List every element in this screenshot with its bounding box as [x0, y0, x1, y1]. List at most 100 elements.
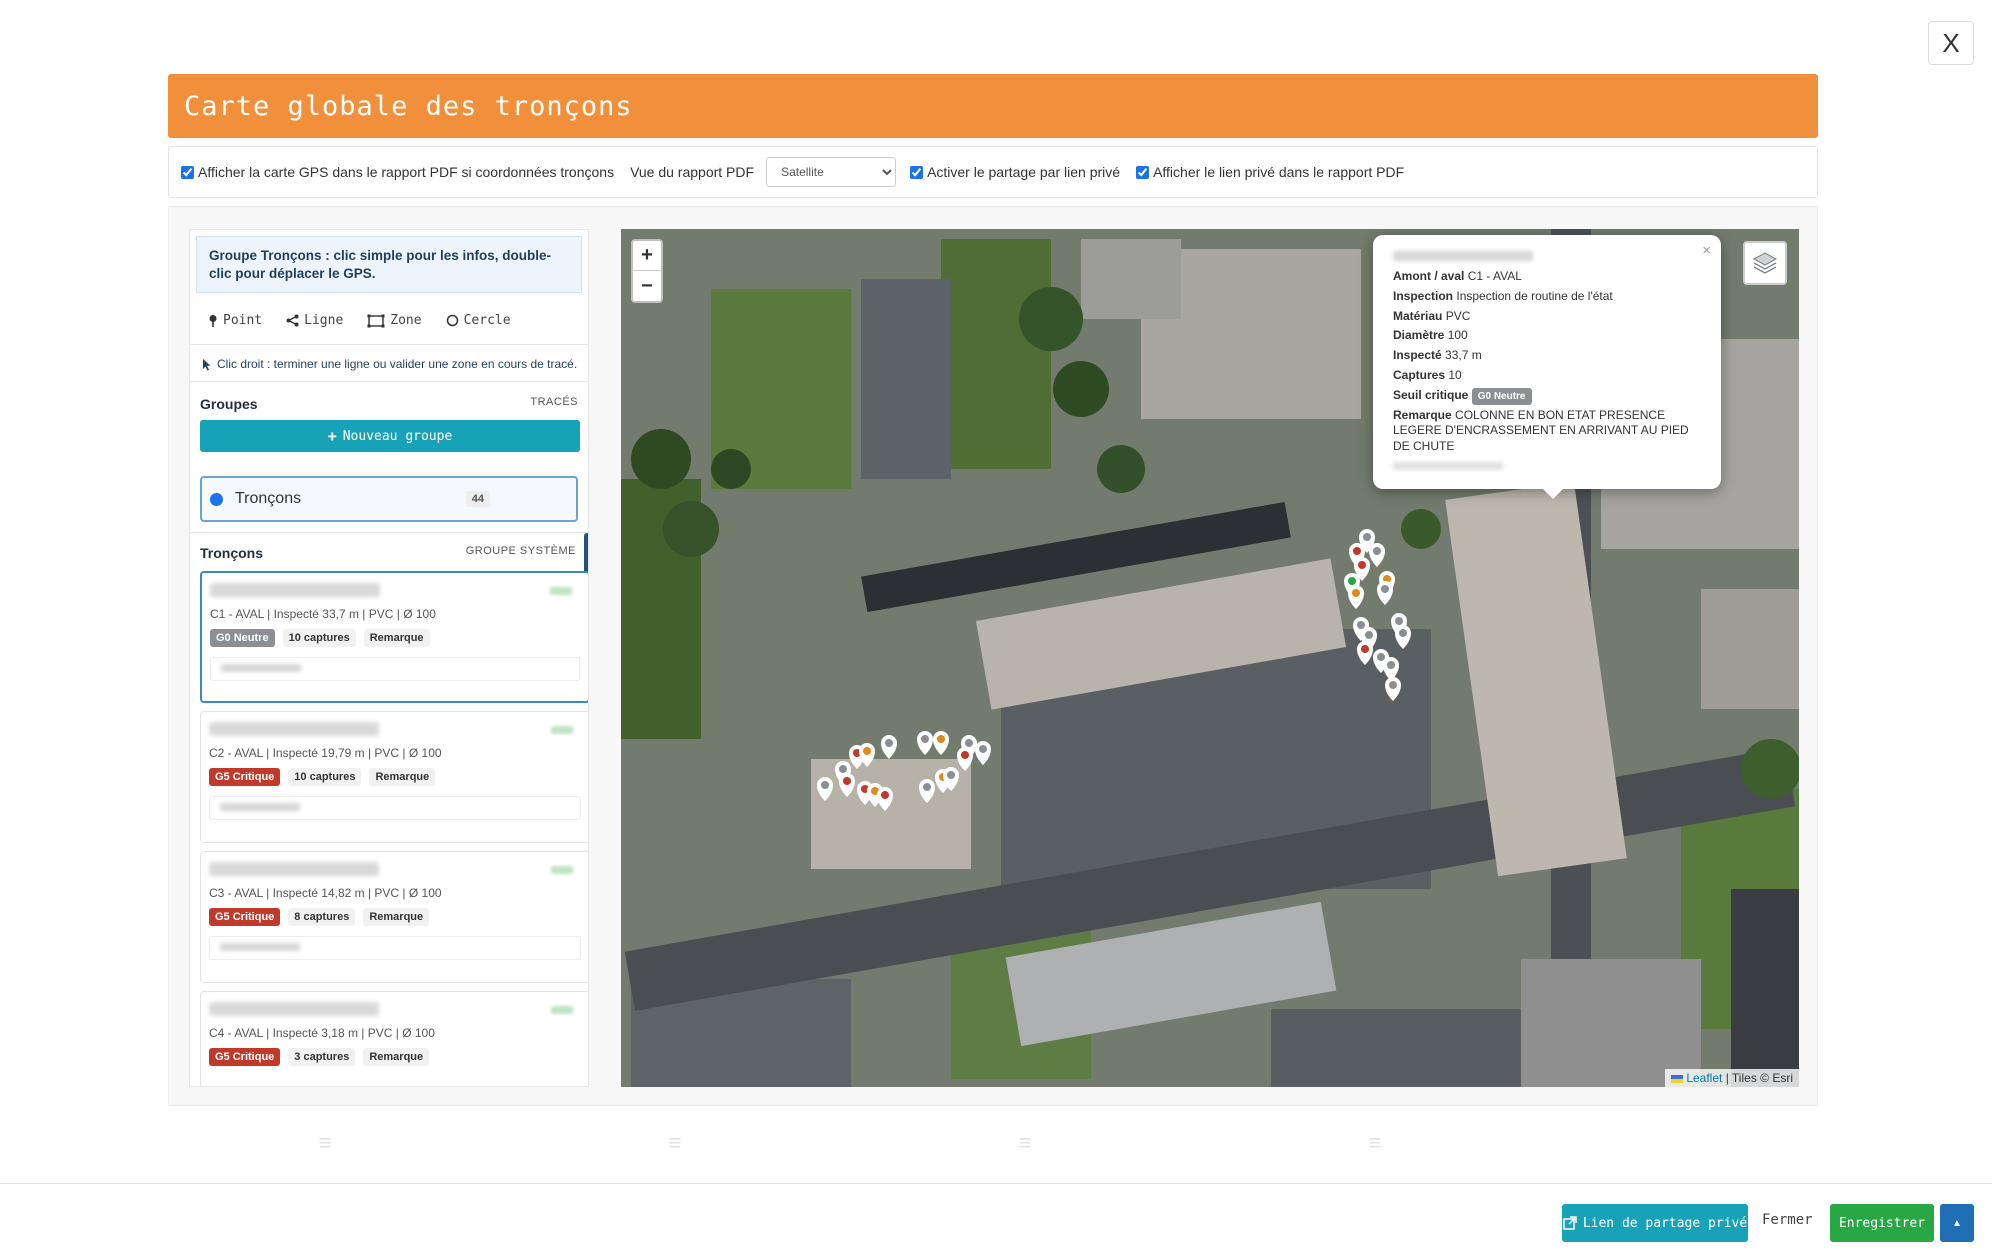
threshold-badge: G0 Neutre: [1471, 387, 1532, 405]
modal-header: Carte globale des tronçons: [168, 74, 1818, 138]
map-marker-neutral[interactable]: [1385, 677, 1401, 701]
item-title-redacted: [209, 1002, 379, 1016]
background-column: ≡: [1018, 1130, 1032, 1155]
status-badge: G0 Neutre: [210, 629, 275, 647]
popup-row-inspected: Inspecté 33,7 m: [1393, 348, 1482, 363]
zoom-in-button[interactable]: +: [633, 241, 661, 271]
popup-row-inspection: Inspection Inspection de routine de l'ét…: [1393, 288, 1613, 303]
map-marker-neutral[interactable]: [917, 731, 933, 755]
map-marker-neutral[interactable]: [817, 777, 833, 801]
background-column: ≡: [668, 1130, 682, 1155]
list-item[interactable]: C2 - AVAL | Inspecté 19,79 m | PVC | Ø 1…: [200, 711, 588, 843]
list-subtitle: GROUPE SYSTÈME: [465, 545, 576, 557]
popup-row-diameter: Diamètre 100: [1393, 328, 1468, 343]
list-title: Tronçons: [200, 545, 264, 561]
tool-line[interactable]: Ligne: [286, 313, 343, 328]
layers-icon: [1752, 252, 1778, 274]
tool-line-label: Ligne: [304, 313, 344, 329]
satellite-map[interactable]: + − × Amont / aval C1 - AVAL Inspection …: [621, 229, 1799, 1087]
map-marker-critical[interactable]: [1357, 641, 1373, 665]
caret-up-icon: ▲: [1952, 1217, 1962, 1229]
groups-subtitle: TRACÉS: [530, 396, 578, 409]
circle-icon: [446, 314, 458, 327]
pdf-view-select[interactable]: Satellite: [766, 157, 897, 187]
map-marker-warning[interactable]: [1348, 585, 1364, 609]
new-group-button[interactable]: + Nouveau groupe: [200, 420, 580, 453]
save-options-dropdown[interactable]: ▲: [1940, 1204, 1974, 1242]
draw-tools: Point Ligne Zone Cercle: [190, 293, 588, 328]
page-title: Carte globale des tronçons: [184, 90, 633, 122]
close-button[interactable]: Fermer: [1762, 1212, 1813, 1228]
groups-header: Groupes TRACÉS: [190, 382, 588, 412]
list-item[interactable]: C4 - AVAL | Inspecté 3,18 m | PVC | Ø 10…: [200, 991, 588, 1086]
tiles-credit: | Tiles © Esri: [1725, 1071, 1793, 1085]
background-column: ≡: [1368, 1130, 1382, 1155]
sidebar-intro: Groupe Tronçons : clic simple pour les i…: [196, 236, 582, 294]
popup-footer-redacted: [1393, 462, 1503, 471]
popup-row-remark: Remarque COLONNE EN BON ETAT PRESENCE LE…: [1393, 407, 1689, 453]
status-badge: G5 Critique: [209, 768, 281, 786]
area-icon: [367, 314, 385, 328]
groups-title: Groupes: [200, 396, 258, 413]
plus-icon: +: [327, 427, 337, 446]
leaflet-link[interactable]: Leaflet: [1686, 1071, 1722, 1085]
remark-badge: Remarque: [363, 629, 430, 647]
map-marker-critical[interactable]: [877, 787, 893, 811]
map-marker-neutral[interactable]: [1395, 625, 1411, 649]
map-marker-warning[interactable]: [933, 731, 949, 755]
remark-badge: Remarque: [369, 768, 436, 786]
show-link-option[interactable]: Afficher le lien privé dans le rapport P…: [1136, 164, 1404, 180]
group-count-badge: 44: [465, 491, 490, 508]
draw-hint: Clic droit : terminer une ligne ou valid…: [190, 345, 588, 371]
list-item[interactable]: C1 - AVAL | Inspecté 33,7 m | PVC | Ø 10…: [200, 571, 588, 703]
share-option[interactable]: Activer le partage par lien privé: [910, 164, 1120, 180]
close-modal-button[interactable]: X: [1928, 21, 1974, 65]
item-meta: C2 - AVAL | Inspecté 19,79 m | PVC | Ø 1…: [209, 746, 442, 760]
show-link-checkbox[interactable]: [1136, 165, 1150, 179]
layers-button[interactable]: [1743, 241, 1787, 285]
workspace: Groupe Tronçons : clic simple pour les i…: [168, 206, 1818, 1106]
save-button[interactable]: Enregistrer: [1830, 1204, 1934, 1242]
map-marker-neutral[interactable]: [1369, 543, 1385, 567]
item-footer-redacted: [209, 936, 581, 960]
item-meta: C1 - AVAL | Inspecté 33,7 m | PVC | Ø 10…: [210, 607, 436, 621]
list-item[interactable]: C3 - AVAL | Inspecté 14,82 m | PVC | Ø 1…: [200, 851, 588, 983]
map-marker-neutral[interactable]: [975, 741, 991, 765]
zoom-out-button[interactable]: −: [633, 271, 661, 301]
item-meta: C3 - AVAL | Inspecté 14,82 m | PVC | Ø 1…: [209, 886, 442, 900]
map-marker-critical[interactable]: [957, 747, 973, 771]
popup-close-button[interactable]: ×: [1702, 239, 1711, 264]
map-marker-neutral[interactable]: [881, 735, 897, 759]
popup-row-threshold: Seuil critique G0 Neutre: [1393, 386, 1701, 406]
draw-hint-text: Clic droit : terminer une ligne ou valid…: [217, 357, 578, 372]
show-gps-option[interactable]: Afficher la carte GPS dans le rapport PD…: [181, 164, 614, 180]
options-bar: Afficher la carte GPS dans le rapport PD…: [168, 146, 1818, 198]
share-icon: [286, 314, 299, 327]
list-header: Tronçons GROUPE SYSTÈME: [190, 533, 588, 561]
map-marker-critical[interactable]: [839, 773, 855, 797]
popup-title-redacted: [1393, 251, 1533, 261]
tool-point[interactable]: Point: [208, 313, 262, 328]
background-column: ≡: [318, 1130, 332, 1155]
group-color-dot: [210, 492, 223, 506]
status-badge: G5 Critique: [209, 908, 281, 926]
item-title-redacted: [209, 722, 379, 736]
map-marker-neutral[interactable]: [1377, 581, 1393, 605]
captures-badge: 10 captures: [282, 629, 356, 647]
cursor-icon: [203, 358, 211, 371]
share-button-label: Lien de partage privé: [1582, 1215, 1748, 1231]
map-marker-neutral[interactable]: [919, 779, 935, 803]
popup-row-captures: Captures 10: [1393, 367, 1462, 382]
item-title-redacted: [210, 583, 380, 597]
popup-row-material: Matériau PVC: [1393, 308, 1471, 323]
share-checkbox[interactable]: [910, 165, 924, 179]
popup-row-amont: Amont / aval C1 - AVAL: [1393, 269, 1522, 283]
tool-circle[interactable]: Cercle: [446, 313, 511, 328]
tool-zone[interactable]: Zone: [367, 313, 422, 328]
group-tronçons[interactable]: Tronçons 44: [200, 476, 578, 523]
show-gps-checkbox[interactable]: [181, 165, 194, 179]
map-attribution: Leaflet | Tiles © Esri: [1664, 1069, 1799, 1087]
sidebar: Groupe Tronçons : clic simple pour les i…: [189, 229, 589, 1087]
private-share-link-button[interactable]: Lien de partage privé: [1562, 1204, 1748, 1242]
flag-icon: [1670, 1074, 1683, 1083]
